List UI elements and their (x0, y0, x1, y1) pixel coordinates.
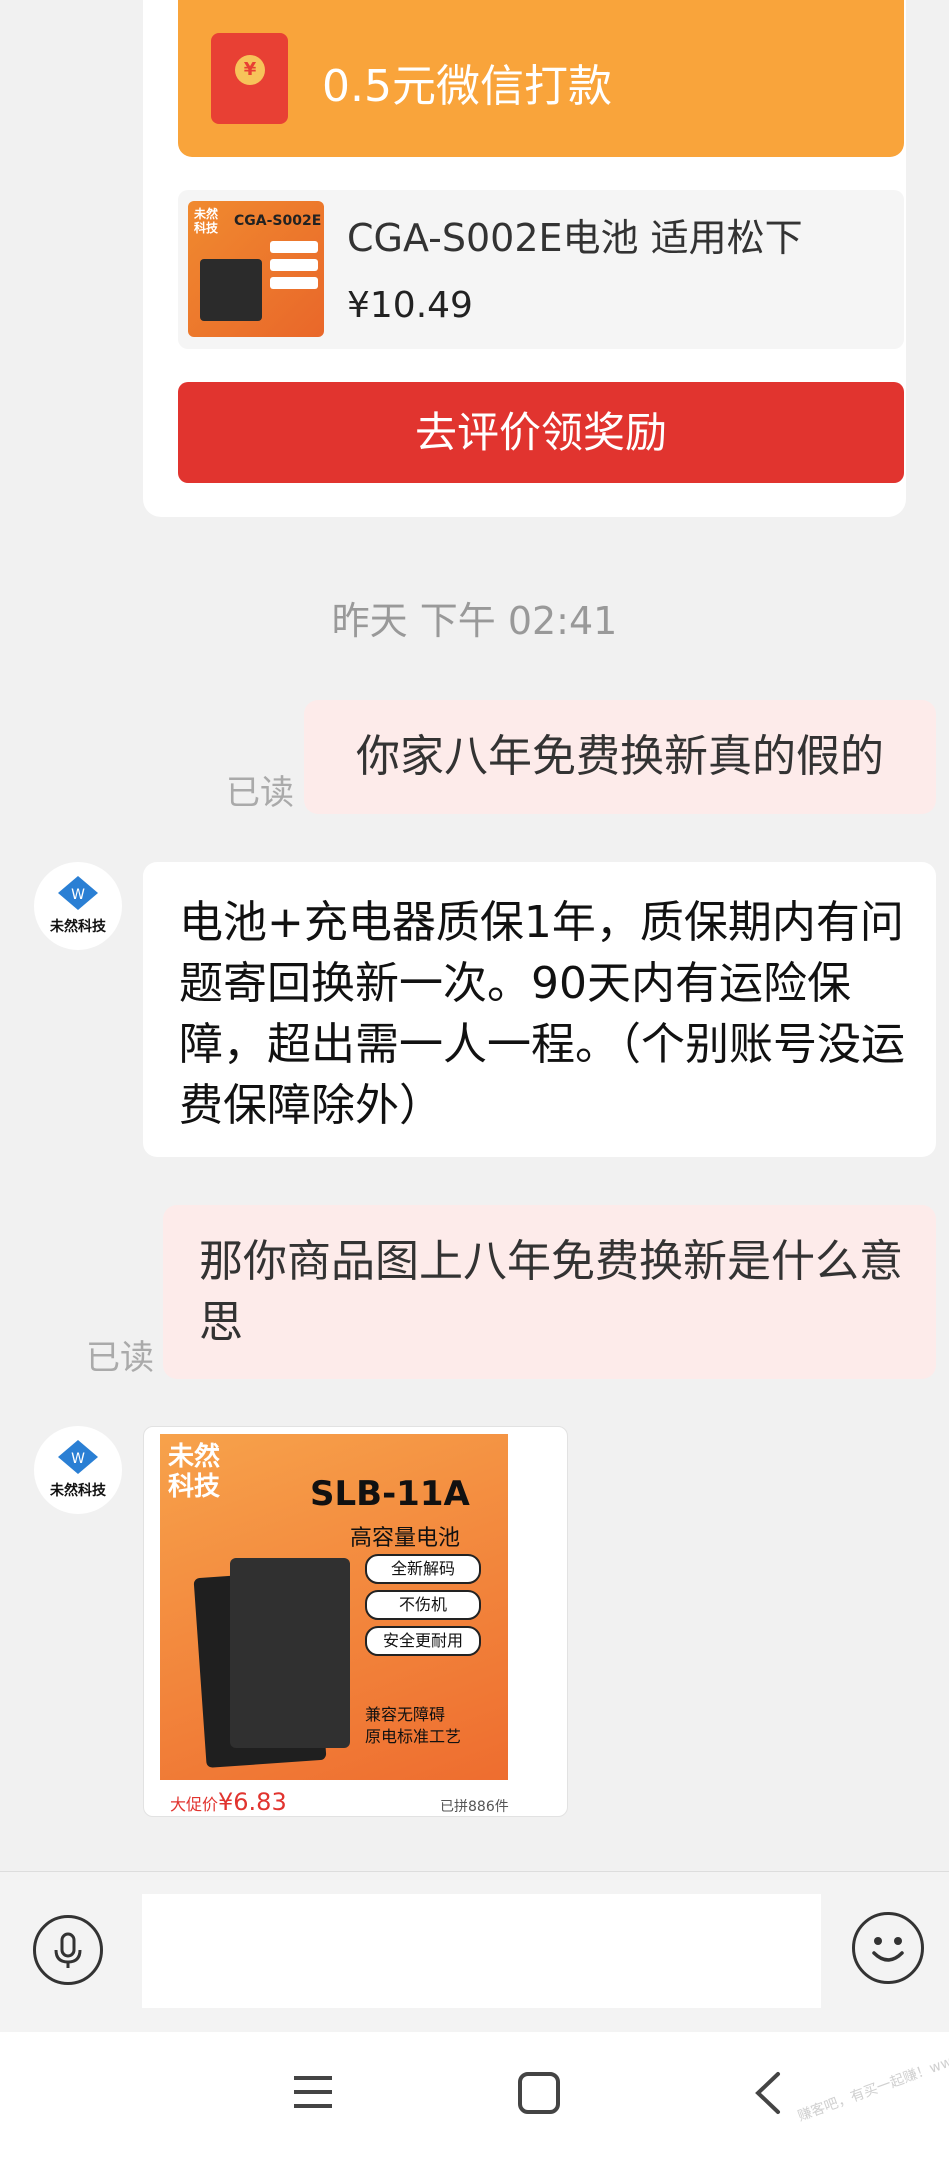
shop-logo-icon: W (58, 876, 98, 910)
sold-count: 已拼886件 (440, 1799, 509, 1815)
message-bubble-outgoing[interactable]: 你家八年免费换新真的假的 (304, 700, 936, 814)
message-bubble-incoming[interactable]: 电池+充电器质保1年，质保期内有问题寄回换新一次。90天内有运险保障，超出需一人… (143, 862, 936, 1157)
message-timestamp: 昨天 下午 02:41 (331, 599, 618, 643)
promo-price: 大促价¥6.83 (170, 1788, 287, 1816)
message-bubble-outgoing[interactable]: 那你商品图上八年免费换新是什么意思 (163, 1205, 936, 1379)
home-icon[interactable] (518, 2072, 560, 2114)
redpack-label: 0.5元微信打款 (322, 61, 612, 112)
back-icon[interactable] (748, 2070, 788, 2116)
product-price: ¥10.49 (347, 285, 473, 326)
microphone-icon[interactable] (33, 1915, 103, 1985)
svg-text:W: W (71, 887, 85, 903)
smiley-icon[interactable] (852, 1912, 924, 1984)
menu-icon[interactable] (292, 2072, 334, 2112)
shop-logo-icon: W (58, 1440, 98, 1474)
product-image[interactable]: 未然科技 SLB-11A 高容量电池 全新解码 不伤机 安全更耐用 兼容无障碍原… (160, 1434, 508, 1780)
system-nav-bar (0, 2032, 949, 2164)
product-title: CGA-S002E电池 适用松下 (347, 216, 803, 260)
read-status: 已读 (86, 1338, 154, 1378)
red-envelope-icon: ¥ (211, 33, 288, 124)
shop-avatar[interactable]: W 未然科技 (34, 862, 122, 950)
message-input[interactable] (142, 1894, 821, 2008)
shop-avatar[interactable]: W 未然科技 (34, 1426, 122, 1514)
read-status: 已读 (226, 773, 294, 813)
svg-text:W: W (71, 1451, 85, 1467)
review-reward-button[interactable]: 去评价领奖励 (178, 382, 904, 483)
product-thumbnail[interactable]: 未然科技 CGA-S002E (188, 201, 324, 337)
